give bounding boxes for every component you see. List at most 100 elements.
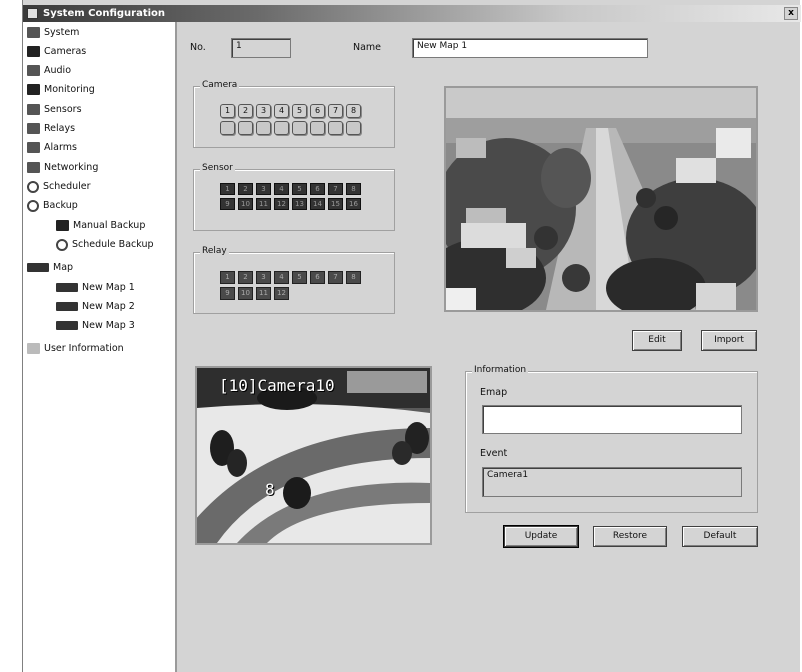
relay-button[interactable]: 3: [256, 271, 271, 284]
edit-button[interactable]: Edit: [632, 330, 682, 351]
relay-button[interactable]: 6: [310, 271, 325, 284]
sensor-button-grid: 1 2 3 4 5 6 7 8 9 10 11 12 13 14 15 16: [220, 183, 361, 210]
sensor-button[interactable]: 1: [220, 183, 235, 195]
sidebar-item-label: Backup: [43, 200, 78, 211]
name-label: Name: [353, 42, 382, 53]
emap-field[interactable]: [482, 405, 742, 434]
sidebar-item-label: System: [44, 27, 80, 38]
relay-button[interactable]: 4: [274, 271, 289, 284]
restore-button[interactable]: Restore: [593, 526, 667, 547]
camera-button[interactable]: [328, 121, 343, 135]
update-button[interactable]: Update: [503, 525, 579, 548]
relay-button[interactable]: 7: [328, 271, 343, 284]
sensor-button[interactable]: 12: [274, 198, 289, 210]
camera-button[interactable]: 8: [346, 104, 361, 118]
relay-icon: [27, 123, 40, 134]
camera-button[interactable]: [292, 121, 307, 135]
name-field[interactable]: New Map 1: [412, 38, 648, 58]
sidebar-item-schedule-backup[interactable]: Schedule Backup: [56, 237, 154, 253]
sensor-button[interactable]: 7: [328, 183, 343, 195]
relay-button[interactable]: 1: [220, 271, 235, 284]
camera-view[interactable]: [10]Camera10 8: [195, 366, 432, 545]
sensor-button[interactable]: 13: [292, 198, 307, 210]
sensor-icon: [27, 104, 40, 115]
camera-button[interactable]: 5: [292, 104, 307, 118]
relay-button[interactable]: 9: [220, 287, 235, 300]
relay-button[interactable]: 8: [346, 271, 361, 284]
sidebar-item-relays[interactable]: Relays: [27, 121, 75, 137]
sidebar-item-new-map-3[interactable]: New Map 3: [56, 318, 135, 334]
camera-button[interactable]: [238, 121, 253, 135]
camera-button[interactable]: 2: [238, 104, 253, 118]
camera-overlay-number: 8: [265, 480, 275, 499]
sensor-button[interactable]: 6: [310, 183, 325, 195]
camera-button[interactable]: 4: [274, 104, 289, 118]
sidebar-item-new-map-1[interactable]: New Map 1: [56, 280, 135, 296]
sidebar-item-map[interactable]: Map: [27, 260, 73, 276]
sidebar-item-label: New Map 1: [82, 282, 135, 293]
sidebar-item-new-map-2[interactable]: New Map 2: [56, 299, 135, 315]
camera-button[interactable]: [256, 121, 271, 135]
sidebar-item-label: Cameras: [44, 46, 87, 57]
close-button[interactable]: x: [784, 7, 798, 20]
sidebar-item-audio[interactable]: Audio: [27, 63, 71, 79]
sensor-button[interactable]: 4: [274, 183, 289, 195]
sensor-button[interactable]: 11: [256, 198, 271, 210]
map-image[interactable]: [444, 86, 758, 312]
sidebar-item-sensors[interactable]: Sensors: [27, 102, 82, 118]
sidebar-item-label: Map: [53, 262, 74, 273]
camera-button[interactable]: [310, 121, 325, 135]
sensor-button[interactable]: 8: [346, 183, 361, 195]
floppy-icon: [56, 220, 69, 231]
sensor-button[interactable]: 10: [238, 198, 253, 210]
sensor-button[interactable]: 15: [328, 198, 343, 210]
default-button[interactable]: Default: [682, 526, 758, 547]
sidebar-item-label: Manual Backup: [73, 220, 146, 231]
sidebar-item-manual-backup[interactable]: Manual Backup: [56, 218, 145, 234]
sidebar-item-system[interactable]: System: [27, 25, 79, 41]
title-bar[interactable]: System Configuration x: [23, 5, 801, 22]
camera-button[interactable]: 7: [328, 104, 343, 118]
import-button[interactable]: Import: [701, 330, 757, 351]
sidebar-item-alarms[interactable]: Alarms: [27, 140, 77, 156]
sensor-button[interactable]: 9: [220, 198, 235, 210]
monitoring-icon: [27, 84, 40, 95]
relay-button[interactable]: 11: [256, 287, 271, 300]
sidebar-item-label: User Information: [44, 343, 124, 354]
camera-icon: [27, 46, 40, 57]
sidebar-item-monitoring[interactable]: Monitoring: [27, 82, 95, 98]
sensor-button[interactable]: 5: [292, 183, 307, 195]
sidebar-item-label: Alarms: [44, 142, 77, 153]
camera-button[interactable]: [346, 121, 361, 135]
camera-button[interactable]: 1: [220, 104, 235, 118]
no-label: No.: [190, 42, 206, 53]
information-group-title: Information: [472, 365, 529, 375]
camera-button[interactable]: [274, 121, 289, 135]
relay-group: Relay 1 2 3 4 5 6 7 8 9 10 11 12: [193, 246, 395, 314]
sidebar-item-scheduler[interactable]: Scheduler: [27, 179, 91, 195]
sensor-button[interactable]: 14: [310, 198, 325, 210]
relay-button[interactable]: 2: [238, 271, 253, 284]
sidebar-item-user-information[interactable]: User Information: [27, 341, 124, 357]
backup-icon: [27, 199, 39, 212]
relay-button[interactable]: 5: [292, 271, 307, 284]
sensor-button[interactable]: 3: [256, 183, 271, 195]
config-tree: System Cameras Audio Monitoring Sensors …: [23, 22, 177, 672]
relay-button-grid: 1 2 3 4 5 6 7 8 9 10 11 12: [220, 271, 361, 300]
sensor-button[interactable]: 2: [238, 183, 253, 195]
clock-icon: [27, 180, 39, 193]
map-thumbnail-icon: [56, 321, 78, 330]
sidebar-item-backup[interactable]: Backup: [27, 198, 78, 214]
system-icon: [27, 27, 40, 38]
relay-button[interactable]: 10: [238, 287, 253, 300]
sidebar-item-label: New Map 2: [82, 301, 135, 312]
relay-button[interactable]: 12: [274, 287, 289, 300]
sensor-button[interactable]: 16: [346, 198, 361, 210]
camera-button[interactable]: 6: [310, 104, 325, 118]
map-thumbnail-icon: [56, 302, 78, 311]
sidebar-item-cameras[interactable]: Cameras: [27, 44, 86, 60]
emap-label: Emap: [480, 387, 508, 398]
camera-button[interactable]: 3: [256, 104, 271, 118]
sidebar-item-networking[interactable]: Networking: [27, 160, 98, 176]
camera-button[interactable]: [220, 121, 235, 135]
